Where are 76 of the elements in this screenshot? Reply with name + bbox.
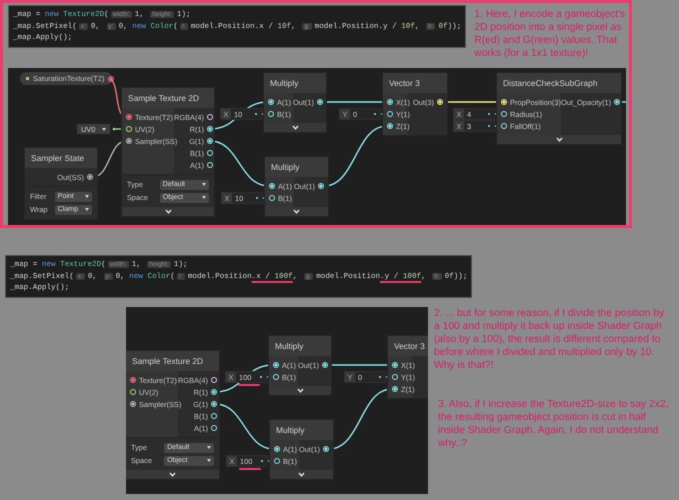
chevron-icon (556, 137, 562, 142)
expand-button[interactable] (270, 470, 333, 479)
port-socket[interactable] (392, 374, 398, 380)
annotation-text: 2. ... but for some reason, if I divide the position by a 100 and multiply it back up inside Shader Graph (also by a 100), the result is different compared to before where I divided and multiplied only by 10. Why is that?! (434, 307, 666, 372)
expand-button[interactable] (264, 123, 326, 132)
port-socket[interactable] (387, 111, 393, 117)
port-socket[interactable] (130, 401, 136, 407)
port-socket[interactable] (87, 174, 93, 180)
node-title: Multiply (270, 420, 333, 440)
port-socket[interactable] (206, 162, 213, 168)
port-socket[interactable] (274, 458, 280, 464)
port-socket[interactable] (210, 401, 217, 407)
expand-button[interactable] (269, 386, 331, 395)
node-title: Vector 3 (388, 336, 428, 356)
caret-icon (85, 208, 89, 211)
port-socket[interactable] (269, 183, 275, 189)
port-socket[interactable] (126, 126, 132, 132)
node-title: Multiply (265, 157, 328, 177)
annotation-text: 1. Here, I encode a gameobject's 2D position into a single pixel as R(ed) and G(reen) values. That works (for a 1x1 texture)! (474, 8, 626, 60)
port-socket[interactable] (274, 446, 280, 452)
node-title: Vector 3 (383, 73, 447, 93)
port-socket[interactable] (322, 362, 328, 368)
port-socket[interactable] (210, 413, 217, 419)
port-socket[interactable] (387, 99, 393, 105)
chevron-icon (292, 125, 298, 130)
chevron-icon (298, 472, 305, 477)
connector-dot-icon (374, 113, 376, 115)
node-title: Sampler State (25, 148, 97, 168)
caret-icon (207, 446, 211, 449)
port-socket[interactable] (273, 374, 279, 380)
node-title: DistanceCheckSubGraph (497, 73, 621, 93)
caret-icon (202, 183, 206, 186)
port-socket[interactable] (126, 138, 132, 144)
caret-icon (102, 128, 106, 130)
expand-button[interactable] (265, 207, 328, 216)
port-socket[interactable] (206, 114, 213, 120)
port-socket[interactable] (501, 123, 507, 129)
port-socket[interactable] (130, 389, 136, 395)
port-socket[interactable] (323, 446, 329, 452)
node-title: Multiply (269, 336, 331, 356)
connector-dot-icon (255, 113, 257, 115)
port-socket[interactable] (392, 386, 398, 392)
node-title: Sample Texture 2D (122, 88, 214, 108)
chevron-icon (296, 388, 304, 393)
port-socket[interactable] (387, 123, 393, 129)
port-socket[interactable] (501, 111, 507, 117)
port-socket[interactable] (269, 195, 275, 201)
node-title: Sample Texture 2D (126, 351, 219, 371)
port-socket[interactable] (392, 362, 398, 368)
connector-dot-icon (260, 376, 262, 378)
chevron-icon (164, 209, 172, 214)
port-socket[interactable] (108, 76, 114, 82)
port-socket[interactable] (210, 425, 217, 431)
port-socket[interactable] (268, 111, 274, 117)
port-socket[interactable] (268, 99, 274, 105)
chevron-icon (293, 209, 300, 214)
port-socket[interactable] (206, 138, 213, 144)
connector-dot-icon (379, 376, 381, 378)
port-socket[interactable] (206, 150, 213, 156)
caret-icon (85, 195, 89, 198)
port-socket[interactable] (316, 99, 323, 105)
caret-icon (202, 196, 206, 199)
node-title: Multiply (264, 73, 326, 93)
port-socket[interactable] (614, 99, 620, 105)
connector-dot-icon (488, 125, 490, 127)
port-socket[interactable] (210, 377, 217, 383)
connector-dot-icon (256, 197, 258, 199)
port-socket[interactable] (210, 389, 217, 395)
caret-icon (207, 459, 211, 462)
port-socket[interactable] (318, 183, 324, 189)
port-socket[interactable] (273, 362, 279, 368)
annotation-text: 3. Also, if I increase the Texture2D-size to say 2x2, the resulting gameobject position is cut in half inside Shader Graph. Again, I do not understand why..? (438, 398, 670, 450)
port-socket[interactable] (206, 126, 213, 132)
connector-dot-icon (261, 460, 263, 462)
connector-dot-icon (488, 113, 490, 115)
chevron-icon (169, 472, 176, 477)
